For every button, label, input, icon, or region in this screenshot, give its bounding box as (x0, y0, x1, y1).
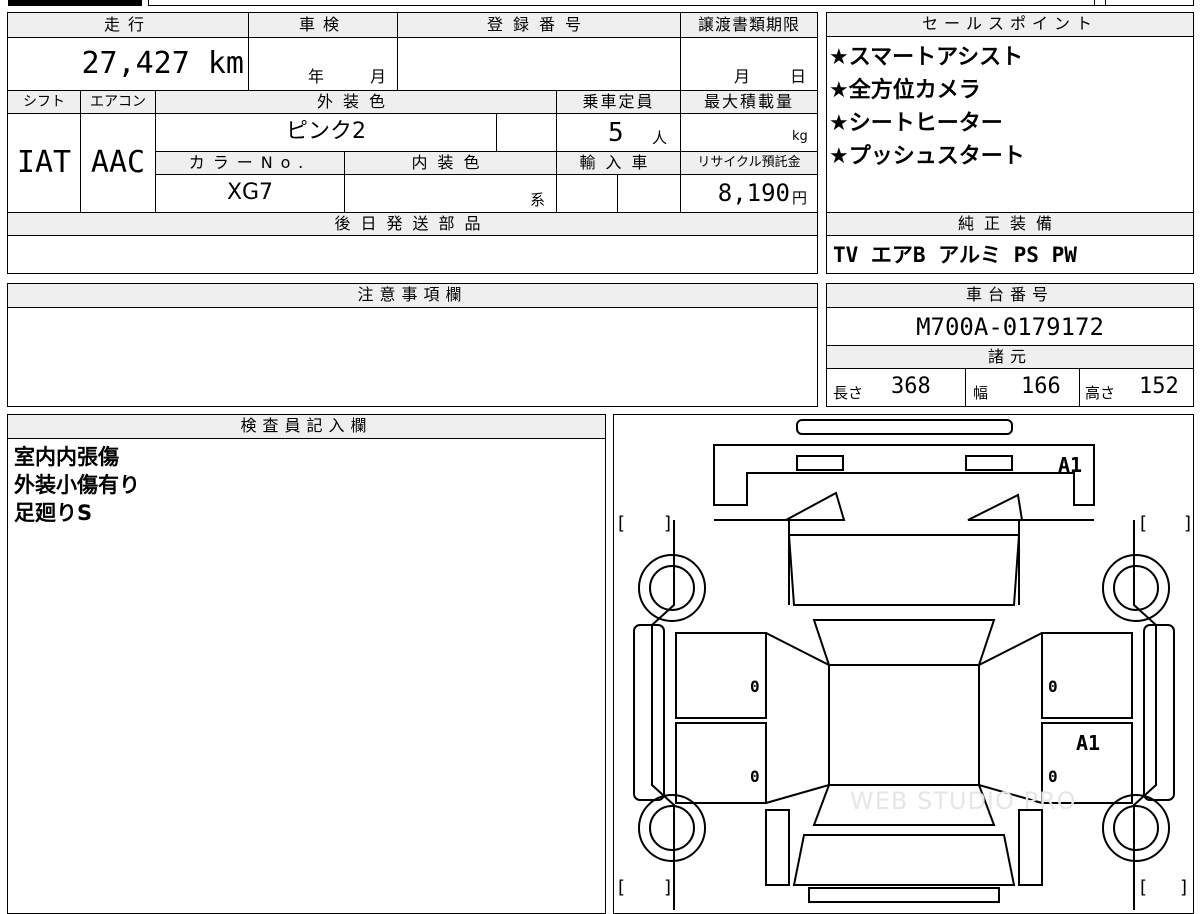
damage-mark-left-front-door: 0 (750, 677, 760, 696)
headlight-left (796, 455, 844, 471)
sales-points-header: セールスポイント (827, 13, 1193, 37)
right-side-sill (1143, 624, 1175, 801)
roof-front (812, 619, 996, 666)
right-front-door (1041, 632, 1133, 719)
length-value: 368 (891, 374, 931, 399)
damage-mark-right-front-door: 0 (1048, 677, 1058, 696)
windshield (787, 534, 1021, 606)
headlight-right (965, 455, 1013, 471)
height-value: 152 (1139, 374, 1179, 399)
recycle-value: 8,190 (717, 179, 790, 207)
inspector-notes: 室内内張傷 外装小傷有り 足廻りS (14, 443, 594, 527)
recycle-unit: 円 (792, 189, 808, 207)
distance-unit: km (207, 46, 244, 81)
aircon-value: AAC (90, 145, 146, 180)
specs-header: 諸元 (827, 346, 1193, 368)
capacity-value: 5 (608, 118, 624, 148)
width-value: 166 (1021, 374, 1061, 399)
shift-header: シフト (8, 91, 80, 113)
left-mirror (785, 491, 846, 521)
height-label: 高さ (1085, 384, 1116, 402)
inspector-note: 室内内張傷 (14, 445, 119, 469)
recycle-header: リサイクル預託金 (681, 152, 817, 174)
inspector-note: 外装小傷有り (14, 473, 140, 497)
inspection-header: 車検 (249, 13, 397, 37)
genuine-equipment-header: 純正装備 (827, 213, 1193, 235)
front-hood-outline (713, 444, 1095, 506)
vehicle-info-table: 走行 車検 登録番号 譲渡書類期限 27,427 km 年 月 月 日 シフト … (7, 12, 818, 274)
car-diagram (633, 419, 1175, 910)
top-strip (148, 0, 1106, 6)
registration-header: 登録番号 (398, 13, 680, 37)
chassis-number: M700A-0179172 (916, 313, 1104, 341)
capacity-header: 乗車定員 (557, 91, 680, 113)
bracket-left-bottom-close: ] (664, 877, 672, 898)
chassis-box: 車台番号 M700A-0179172 諸元 長さ 368 幅 166 高さ 15… (826, 283, 1194, 407)
aircon-header: エアコン (81, 91, 155, 113)
chassis-header: 車台番号 (827, 284, 1193, 308)
genuine-equipment-value: TV エアB アルミ PS PW (833, 243, 1077, 267)
later-parts-header: 後日発送部品 (8, 213, 817, 235)
length-label: 長さ (833, 384, 864, 402)
bracket-right-top-open: [ (1140, 513, 1148, 534)
distance-number: 27,427 (81, 46, 190, 81)
distance-header: 走行 (8, 13, 248, 37)
inspector-box: 検査員記入欄 室内内張傷 外装小傷有り 足廻りS (7, 414, 606, 914)
exterior-color-header: 外装色 (156, 91, 556, 113)
right-mirror (967, 493, 1024, 521)
top-black-tab (8, 0, 142, 6)
sales-points-box: セールスポイント ★スマートアシスト ★全方位カメラ ★シートヒーター ★プッシ… (826, 12, 1194, 274)
watermark: WEB STUDIO PRO (850, 787, 1077, 815)
damage-mark-right-rear-quarter: 0 (1048, 767, 1058, 786)
max-load-unit: kg (792, 129, 808, 144)
damage-mark-front-right: A1 (1058, 453, 1083, 477)
exterior-color-value: ピンク2 (286, 119, 366, 144)
bracket-right-top-close: ] (1184, 513, 1192, 534)
sales-points-list: ★スマートアシスト ★全方位カメラ ★シートヒーター ★プッシュスタート (829, 41, 1191, 173)
transfer-month-label: 月 (734, 67, 751, 86)
inspector-header: 検査員記入欄 (8, 415, 605, 439)
inspector-note: 足廻りS (14, 501, 93, 525)
bracket-right-bottom-open: [ (1140, 877, 1148, 898)
interior-color-suffix: 系 (530, 191, 546, 209)
color-no-header: カラーNo. (156, 152, 344, 174)
import-header: 輸入車 (557, 152, 680, 174)
interior-color-header: 内装色 (345, 152, 556, 174)
shift-value: IAT (16, 145, 72, 180)
damage-diagram-box: A1 0 0 A1 0 0 [ ] [ ] [ ] [ ] WEB STUDIO… (613, 414, 1194, 914)
wheel-front-right (1102, 554, 1170, 622)
caution-header: 注意事項欄 (8, 284, 817, 308)
wheel-front-left (638, 554, 706, 622)
wheel-rear-right (1102, 794, 1170, 862)
sales-point-item: ★シートヒーター (829, 111, 1003, 136)
trunk (792, 834, 1016, 886)
transfer-deadline-header: 譲渡書類期限 (681, 13, 817, 37)
bracket-left-top-close: ] (664, 513, 672, 534)
roof (828, 664, 980, 786)
sales-point-item: ★プッシュスタート (829, 144, 1025, 169)
sales-point-item: ★全方位カメラ (829, 78, 981, 103)
width-label: 幅 (973, 384, 989, 402)
left-side-sill (633, 624, 665, 801)
damage-mark-left-rear-door: 0 (750, 767, 760, 786)
wheel-rear-left (638, 794, 706, 862)
bracket-right-bottom-close: ] (1180, 877, 1188, 898)
top-strip-right (1094, 0, 1194, 6)
max-load-header: 最大積載量 (681, 91, 817, 113)
front-bumper (796, 419, 1013, 435)
distance-value: 27,427 km (8, 41, 244, 87)
sales-point-item: ★スマートアシスト (829, 45, 1024, 70)
caution-box: 注意事項欄 (7, 283, 818, 407)
inspection-year-label: 年 (308, 67, 325, 86)
color-no-value: XG7 (226, 180, 274, 205)
capacity-unit: 人 (652, 129, 668, 147)
damage-mark-right-rear-door: A1 (1076, 731, 1101, 755)
transfer-day-label: 日 (790, 67, 807, 86)
left-rear-door (675, 722, 767, 804)
left-front-door (675, 632, 767, 719)
bracket-left-top-open: [ (618, 513, 626, 534)
inspection-month-label: 月 (370, 67, 387, 86)
bracket-left-bottom-open: [ (618, 877, 626, 898)
